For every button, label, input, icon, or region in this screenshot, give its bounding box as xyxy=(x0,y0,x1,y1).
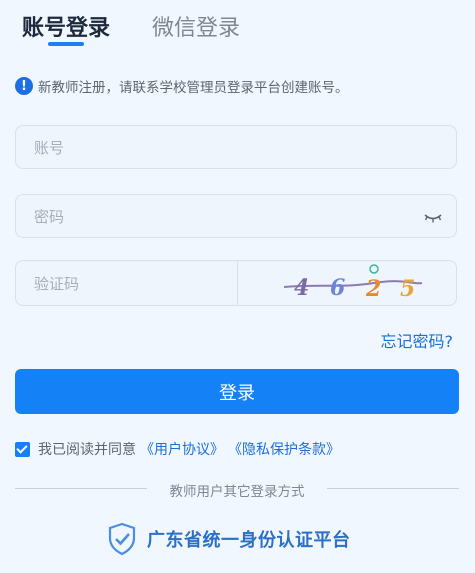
notice-text: 新教师注册，请联系学校管理员登录平台创建账号。 xyxy=(38,80,349,96)
password-field xyxy=(15,194,457,239)
user-agreement-link[interactable]: 《用户协议》 xyxy=(140,439,224,459)
eye-closed-icon[interactable] xyxy=(424,213,442,223)
captcha-divider xyxy=(237,261,238,305)
shield-check-icon xyxy=(108,522,136,556)
captcha-input[interactable] xyxy=(16,261,246,307)
account-field xyxy=(15,125,457,170)
captcha-char: 5 xyxy=(400,276,415,302)
agreement-row: 我已阅读并同意 《用户协议》 《隐私保护条款》 xyxy=(15,439,340,459)
forgot-password-link[interactable]: 忘记密码? xyxy=(381,328,454,352)
active-tab-indicator xyxy=(48,42,84,46)
platform-label: 广东省统一身份认证平台 xyxy=(147,530,351,551)
captcha-char: 6 xyxy=(330,275,345,301)
tab-wechat-login[interactable]: 微信登录 xyxy=(152,10,240,42)
agree-checkbox[interactable] xyxy=(15,441,30,457)
captcha-char: 2 xyxy=(365,276,381,302)
captcha-image[interactable]: 4 6 2 5 xyxy=(244,263,444,303)
divider-line-right xyxy=(327,488,459,489)
registration-notice: ! 新教师注册，请联系学校管理员登录平台创建账号。 xyxy=(15,76,349,96)
account-input[interactable] xyxy=(16,126,410,170)
password-input[interactable] xyxy=(16,195,410,239)
captcha-char: 4 xyxy=(294,275,309,301)
agree-text: 我已阅读并同意 xyxy=(38,442,136,458)
unified-auth-platform-button[interactable]: 广东省统一身份认证平台 xyxy=(107,521,351,557)
login-tabs: 账号登录 微信登录 xyxy=(0,0,475,50)
info-icon: ! xyxy=(15,77,33,95)
divider-text: 教师用户其它登录方式 xyxy=(169,484,305,500)
captcha-field: 4 6 2 5 xyxy=(15,260,457,307)
privacy-policy-link[interactable]: 《隐私保护条款》 xyxy=(228,439,340,459)
tab-account-login[interactable]: 账号登录 xyxy=(22,10,110,42)
login-button[interactable]: 登录 xyxy=(15,369,459,414)
other-login-divider: 教师用户其它登录方式 xyxy=(15,480,459,500)
